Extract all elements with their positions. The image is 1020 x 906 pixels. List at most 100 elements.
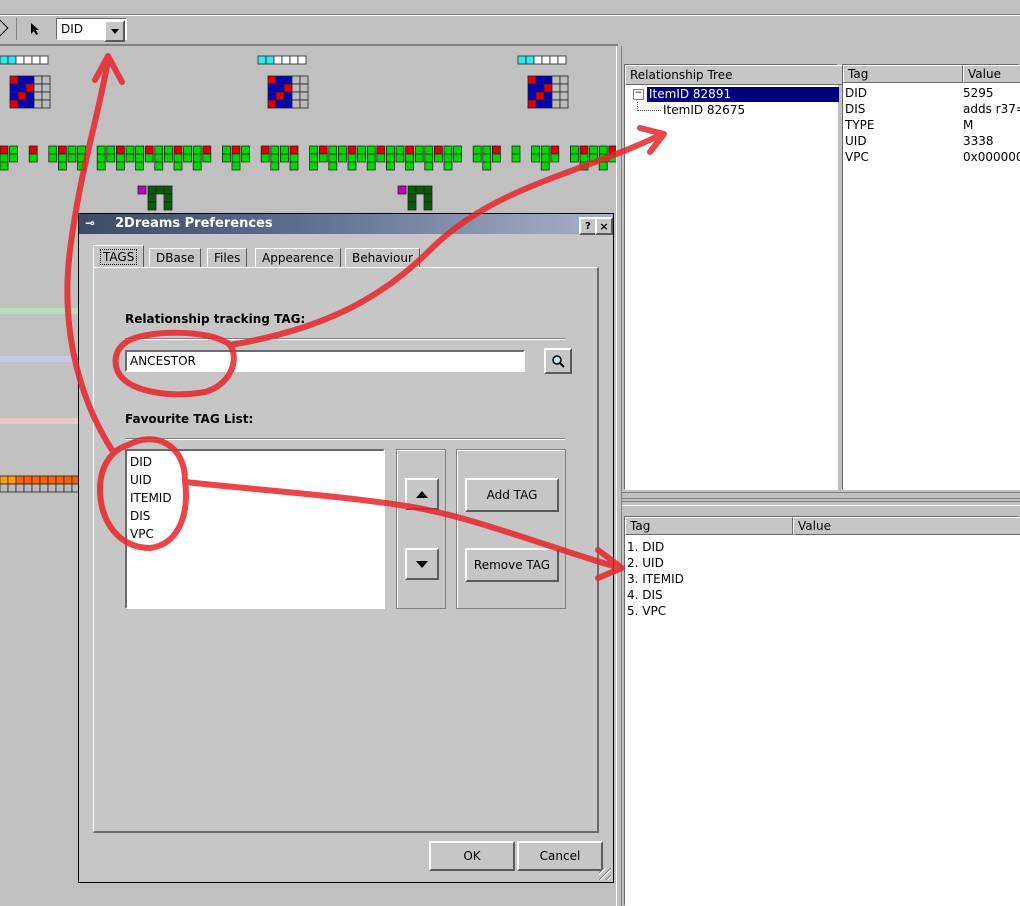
node-block — [23, 475, 33, 485]
list-item[interactable]: DID — [130, 453, 380, 471]
tree-collapse-icon[interactable]: − — [633, 89, 644, 100]
node-block — [41, 99, 51, 109]
col-tag-header[interactable]: Tag — [843, 65, 963, 83]
node-block — [385, 161, 395, 171]
node-block — [579, 153, 589, 163]
node-block — [289, 145, 299, 155]
table-row[interactable]: 3. ITEMID — [627, 571, 1017, 587]
value-cell: 5295 — [963, 86, 994, 100]
search-tag-button[interactable] — [544, 348, 572, 374]
tab-behaviour[interactable]: Behaviour — [345, 248, 420, 267]
add-tag-button[interactable]: Add TAG — [465, 478, 559, 512]
node-block — [9, 153, 19, 163]
table-row[interactable]: VPC 0x0000000 — [845, 149, 1020, 165]
node-block — [472, 145, 482, 155]
node-block — [309, 153, 319, 163]
node-block — [0, 475, 9, 485]
node-block — [540, 145, 550, 155]
node-block — [9, 145, 19, 155]
tab-tags[interactable]: TAGS — [93, 245, 145, 267]
table-row[interactable]: UID 3338 — [845, 133, 1020, 149]
col-tag-header[interactable]: Tag — [625, 517, 793, 535]
tag-cell: VPC — [845, 150, 869, 164]
list-item[interactable]: ITEMID — [130, 489, 380, 507]
node-block — [163, 193, 173, 203]
remove-tag-button[interactable]: Remove TAG — [465, 548, 559, 582]
node-block — [299, 99, 309, 109]
close-button[interactable]: × — [595, 217, 613, 235]
node-block — [96, 153, 106, 163]
node-block — [147, 185, 157, 195]
tab-files[interactable]: Files — [207, 248, 248, 267]
node-block — [337, 145, 347, 155]
ok-button[interactable]: OK — [429, 841, 515, 871]
node-block — [33, 83, 43, 93]
magnifier-icon — [552, 355, 565, 368]
node-block — [543, 75, 553, 85]
node-block — [17, 99, 27, 109]
list-item[interactable]: DIS — [130, 507, 380, 525]
tab-appearence[interactable]: Appearence — [255, 248, 341, 267]
node-block — [559, 91, 569, 101]
node-block — [527, 91, 537, 101]
node-block — [443, 145, 453, 155]
node-block — [376, 153, 386, 163]
col-value-header[interactable]: Value — [963, 65, 1020, 83]
tag-select-dropdown-button[interactable] — [104, 20, 125, 42]
favourite-tag-list[interactable]: DID UID ITEMID DIS VPC — [125, 449, 385, 609]
node-block — [291, 75, 301, 85]
resize-grip-icon[interactable] — [599, 868, 611, 880]
table-row[interactable]: TYPE M — [845, 117, 1020, 133]
node-block — [551, 91, 561, 101]
node-block — [47, 483, 57, 493]
tree-root-row[interactable]: − ItemID 82891 — [631, 87, 839, 102]
col-value-header[interactable]: Value — [793, 517, 1020, 535]
dialog-title-bar[interactable]: ⊸ 2Dreams Preferences ? × — [79, 214, 613, 235]
node-block — [9, 83, 19, 93]
relationship-tag-input[interactable]: ANCESTOR — [125, 350, 525, 372]
chevron-down-icon — [110, 28, 119, 34]
node-block — [309, 161, 319, 171]
favourite-label: Favourite TAG List: — [125, 412, 254, 426]
node-block — [154, 145, 164, 155]
dialog-title: 2Dreams Preferences — [115, 216, 273, 231]
table-row[interactable]: DID 5295 — [845, 85, 1020, 101]
node-block — [275, 83, 285, 93]
pointer-button[interactable] — [24, 18, 46, 40]
move-down-button[interactable] — [405, 548, 439, 580]
col-value-header-label: Value — [798, 519, 831, 533]
window-menu-icon[interactable]: ⊸ — [85, 216, 95, 230]
list-item[interactable]: VPC — [130, 525, 380, 543]
table-row[interactable]: 4. DIS — [627, 587, 1017, 603]
node-block — [407, 201, 417, 211]
tag-select[interactable]: DID — [56, 18, 127, 42]
top-table-rows: DID 5295 DIS adds r37=4 TYPE M UID 3338 VPC 0… — [845, 85, 1020, 165]
node-block — [491, 145, 501, 155]
node-block — [28, 145, 38, 155]
node-block — [328, 145, 338, 155]
node-block — [357, 153, 367, 163]
node-block — [267, 83, 277, 93]
table-row[interactable]: 1. DID — [627, 539, 1017, 555]
horizontal-splitter[interactable] — [622, 492, 1020, 506]
relationship-tree-header[interactable]: Relationship Tree — [625, 65, 843, 85]
table-row[interactable]: 5. VPC — [627, 603, 1017, 619]
ok-label: OK — [463, 849, 481, 863]
tree-child-label[interactable]: ItemID 82675 — [663, 103, 745, 117]
node-block — [347, 161, 357, 171]
move-up-button[interactable] — [405, 478, 439, 510]
node-block — [23, 483, 33, 493]
table-row[interactable]: DIS adds r37=4 — [845, 101, 1020, 117]
tree-root-label[interactable]: ItemID 82891 — [647, 87, 839, 102]
node-block — [192, 145, 202, 155]
node-block — [291, 91, 301, 101]
node-block — [7, 483, 17, 493]
node-block — [551, 83, 561, 93]
cancel-button[interactable]: Cancel — [517, 841, 603, 871]
diamond-tool-icon[interactable] — [0, 19, 9, 37]
node-block — [424, 145, 434, 155]
table-row[interactable]: 2. UID — [627, 555, 1017, 571]
list-item[interactable]: UID — [130, 471, 380, 489]
tab-dbase[interactable]: DBase — [149, 248, 202, 267]
node-block — [163, 185, 173, 195]
